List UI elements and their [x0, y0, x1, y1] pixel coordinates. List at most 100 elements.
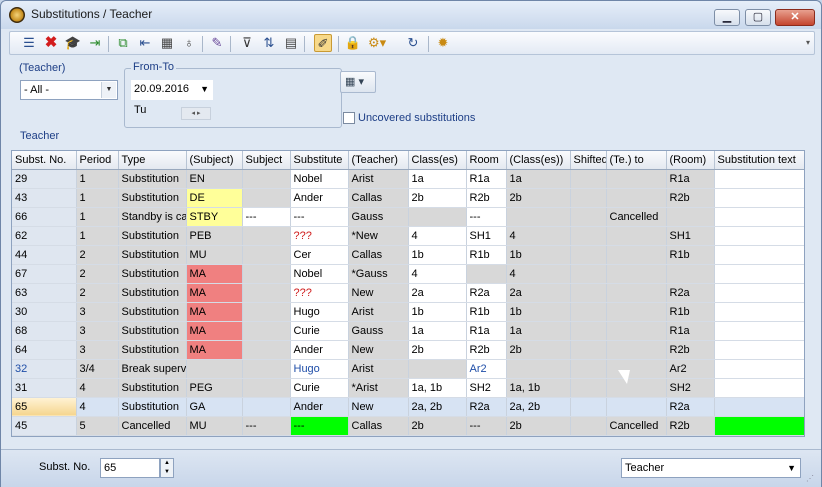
table-cell[interactable]: 2b — [408, 340, 467, 360]
table-cell[interactable] — [606, 245, 667, 265]
table-cell[interactable] — [242, 397, 291, 417]
table-cell[interactable]: 5 — [76, 416, 119, 436]
table-cell[interactable] — [606, 226, 667, 246]
column-header[interactable]: (Room) — [666, 151, 715, 170]
table-cell[interactable]: 29 — [12, 169, 77, 189]
table-cell[interactable] — [666, 207, 715, 227]
table-cell[interactable]: New — [348, 340, 409, 360]
table-cell[interactable]: Ander — [290, 397, 349, 417]
table-cell[interactable]: MA — [186, 264, 243, 284]
table-cell[interactable]: 2b — [506, 416, 571, 436]
table-row[interactable]: 29 1 Substitution EN Nobel Arist 1a R1a 1a R1a — [12, 169, 804, 189]
table-cell[interactable]: 2b — [408, 416, 467, 436]
table-cell[interactable]: 2 — [76, 283, 119, 303]
table-cell[interactable]: R2b — [466, 188, 507, 208]
column-header[interactable]: Shifted — [570, 151, 607, 170]
table-cell[interactable]: SH2 — [466, 378, 507, 398]
table-cell[interactable] — [606, 169, 667, 189]
table-cell[interactable]: 65 — [12, 397, 77, 417]
column-header[interactable]: (Subject) — [186, 151, 243, 170]
table-cell[interactable] — [242, 283, 291, 303]
table-cell[interactable] — [606, 302, 667, 322]
table-cell[interactable] — [714, 188, 804, 208]
table-cell[interactable]: 2 — [76, 264, 119, 284]
table-cell[interactable]: R1a — [666, 321, 715, 341]
column-header[interactable]: Class(es) — [408, 151, 467, 170]
table-cell[interactable] — [666, 264, 715, 284]
table-cell[interactable]: 1b — [408, 245, 467, 265]
table-row[interactable]: 31 4 Substitution PEG Curie *Arist 1a, 1b SH2 1a… — [12, 378, 804, 398]
table-cell[interactable]: R2b — [666, 188, 715, 208]
table-cell[interactable]: R2a — [666, 283, 715, 303]
table-cell[interactable] — [714, 226, 804, 246]
table-cell[interactable] — [242, 378, 291, 398]
table-cell[interactable]: *Gauss — [348, 264, 409, 284]
maximize-button[interactable]: ▢ — [745, 9, 771, 26]
table-cell[interactable]: Substitution — [118, 397, 187, 417]
table-cell[interactable]: Gauss — [348, 321, 409, 341]
table-cell[interactable]: 63 — [12, 283, 77, 303]
table-cell[interactable]: *New — [348, 226, 409, 246]
table-cell[interactable]: 44 — [12, 245, 77, 265]
table-row[interactable]: 65 4 Substitution GA Ander New 2a, 2b R2a 2a, 2b… — [12, 397, 804, 417]
table-cell[interactable]: R2a — [666, 397, 715, 417]
close-button[interactable]: ✕ — [775, 9, 815, 26]
table-cell[interactable] — [408, 207, 467, 227]
table-cell[interactable]: 62 — [12, 226, 77, 246]
table-cell[interactable]: R1a — [466, 321, 507, 341]
table-cell[interactable]: Gauss — [348, 207, 409, 227]
table-cell[interactable] — [570, 416, 607, 436]
table-cell[interactable]: R2a — [466, 397, 507, 417]
table-cell[interactable]: 1 — [76, 207, 119, 227]
table-cell[interactable] — [570, 359, 607, 379]
import-icon[interactable]: ⇤ — [136, 34, 154, 52]
table-cell[interactable]: 1 — [76, 188, 119, 208]
calculator-icon[interactable]: ▦ — [158, 34, 176, 52]
table-cell[interactable] — [570, 245, 607, 265]
table-cell[interactable]: --- — [242, 207, 291, 227]
table-cell[interactable]: R1b — [466, 302, 507, 322]
table-cell[interactable]: 1a, 1b — [506, 378, 571, 398]
table-cell[interactable] — [714, 378, 804, 398]
table-cell[interactable]: STBY — [186, 207, 243, 227]
table-cell[interactable]: R1a — [666, 169, 715, 189]
table-cell[interactable]: EN — [186, 169, 243, 189]
column-header[interactable]: (Te.) to — [606, 151, 667, 170]
table-cell[interactable]: Cancelled — [606, 416, 667, 436]
table-cell[interactable]: 1 — [76, 226, 119, 246]
table-cell[interactable]: MU — [186, 245, 243, 265]
table-cell[interactable]: PEB — [186, 226, 243, 246]
table-cell[interactable]: Substitution — [118, 302, 187, 322]
resize-grip-icon[interactable]: ⋰ — [806, 474, 814, 483]
table-cell[interactable] — [714, 416, 804, 436]
table-cell[interactable]: 32 — [12, 359, 77, 379]
table-cell[interactable]: --- — [290, 207, 349, 227]
table-cell[interactable]: PEG — [186, 378, 243, 398]
table-cell[interactable]: ??? — [290, 283, 349, 303]
table-row[interactable]: 44 2 Substitution MU Cer Callas 1b R1b 1b R1b — [12, 245, 804, 265]
stethoscope-icon[interactable]: ♁ — [180, 34, 198, 52]
table-cell[interactable]: Substitution — [118, 321, 187, 341]
table-cell[interactable]: SH2 — [666, 378, 715, 398]
table-cell[interactable]: MU — [186, 416, 243, 436]
table-cell[interactable]: 1 — [76, 169, 119, 189]
table-cell[interactable]: Substitution — [118, 226, 187, 246]
table-cell[interactable]: 43 — [12, 188, 77, 208]
table-cell[interactable]: MA — [186, 283, 243, 303]
table-cell[interactable] — [186, 359, 243, 379]
table-cell[interactable]: *Arist — [348, 378, 409, 398]
table-cell[interactable]: Callas — [348, 188, 409, 208]
table-cell[interactable]: R2b — [466, 340, 507, 360]
table-cell[interactable]: Substitution — [118, 264, 187, 284]
table-cell[interactable] — [242, 321, 291, 341]
table-cell[interactable]: Break superv — [118, 359, 187, 379]
table-cell[interactable] — [570, 169, 607, 189]
table-cell[interactable]: 2a — [408, 283, 467, 303]
table-cell[interactable]: Ar2 — [466, 359, 507, 379]
table-cell[interactable]: Ander — [290, 188, 349, 208]
column-header[interactable]: Substitute — [290, 151, 349, 170]
column-header[interactable]: Room — [466, 151, 507, 170]
chevron-down-icon[interactable]: ▼ — [200, 80, 209, 98]
view-select[interactable]: Teacher ▼ — [621, 458, 801, 478]
table-cell[interactable] — [714, 207, 804, 227]
